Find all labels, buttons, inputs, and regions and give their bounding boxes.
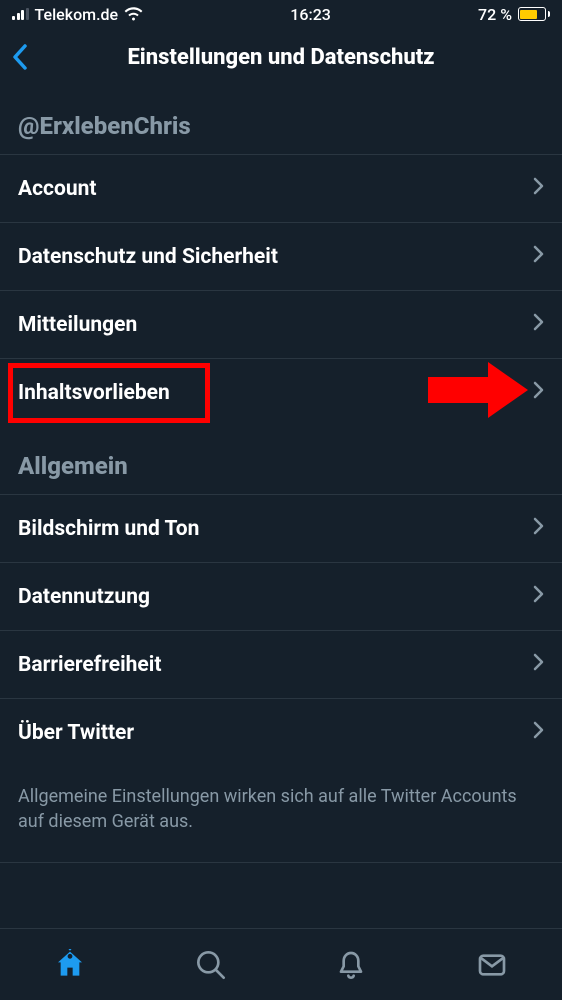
row-content-preferences[interactable]: Inhaltsvorlieben: [0, 358, 562, 426]
battery-percent: 72 %: [478, 5, 512, 24]
row-label: Inhaltsvorlieben: [18, 381, 170, 405]
signal-icon: [12, 8, 29, 20]
row-account[interactable]: Account: [0, 154, 562, 222]
status-right: 72 %: [478, 5, 550, 24]
status-bar: Telekom.de 16:23 72 %: [0, 0, 562, 28]
tab-home[interactable]: [0, 929, 141, 1000]
section-general-title: Allgemein: [0, 426, 562, 494]
row-notifications[interactable]: Mitteilungen: [0, 290, 562, 358]
header: Einstellungen und Datenschutz: [0, 28, 562, 86]
chevron-right-icon: [533, 245, 544, 269]
row-label: Datenschutz und Sicherheit: [18, 245, 278, 269]
carrier-label: Telekom.de: [35, 5, 119, 24]
general-footnote: Allgemeine Einstellungen wirken sich auf…: [0, 766, 562, 863]
back-button[interactable]: [12, 44, 28, 70]
row-about-twitter[interactable]: Über Twitter: [0, 698, 562, 766]
section-account-handle: @ErxlebenChris: [0, 86, 562, 154]
row-label: Account: [18, 177, 96, 201]
row-data-usage[interactable]: Datennutzung: [0, 562, 562, 630]
tab-search[interactable]: [141, 929, 282, 1000]
row-label: Mitteilungen: [18, 313, 137, 337]
chevron-right-icon: [533, 653, 544, 677]
chevron-right-icon: [533, 381, 544, 405]
row-label: Datennutzung: [18, 585, 150, 609]
row-label: Barrierefreiheit: [18, 653, 161, 677]
annotation-arrow-icon: [428, 362, 528, 424]
tab-notifications[interactable]: [281, 929, 422, 1000]
row-label: Bildschirm und Ton: [18, 517, 199, 541]
row-label: Über Twitter: [18, 721, 134, 745]
row-privacy-security[interactable]: Datenschutz und Sicherheit: [0, 222, 562, 290]
row-accessibility[interactable]: Barrierefreiheit: [0, 630, 562, 698]
tab-messages[interactable]: [422, 929, 562, 1000]
chevron-right-icon: [533, 313, 544, 337]
row-display-sound[interactable]: Bildschirm und Ton: [0, 494, 562, 562]
page-title: Einstellungen und Datenschutz: [12, 45, 550, 70]
chevron-right-icon: [533, 721, 544, 745]
chevron-right-icon: [533, 585, 544, 609]
battery-icon: [518, 7, 550, 21]
wifi-icon: [124, 7, 143, 21]
chevron-right-icon: [533, 517, 544, 541]
status-time: 16:23: [290, 5, 331, 24]
status-left: Telekom.de: [12, 5, 143, 24]
chevron-right-icon: [533, 177, 544, 201]
tab-bar: [0, 928, 562, 1000]
